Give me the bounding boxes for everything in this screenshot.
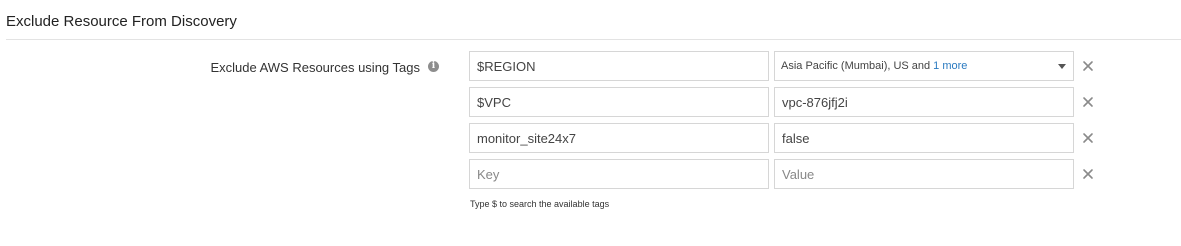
close-icon: [1083, 133, 1093, 143]
remove-tag-button[interactable]: [1081, 95, 1095, 109]
remove-tag-button[interactable]: [1081, 167, 1095, 181]
tag-key-input[interactable]: [469, 123, 769, 153]
more-regions-link[interactable]: 1 more: [933, 60, 967, 72]
exclude-resource-section: Exclude Resource From Discovery Exclude …: [0, 0, 1181, 246]
close-icon: [1083, 61, 1093, 71]
close-icon: [1083, 97, 1093, 107]
tag-value-input[interactable]: [774, 123, 1074, 153]
remove-tag-button[interactable]: [1081, 131, 1095, 145]
info-icon[interactable]: i: [428, 61, 439, 72]
tag-value-input[interactable]: [774, 159, 1074, 189]
close-icon: [1083, 169, 1093, 179]
region-select-value: Asia Pacific (Mumbai), US and: [781, 60, 931, 72]
remove-tag-button[interactable]: [1081, 59, 1095, 73]
tag-key-input[interactable]: [469, 51, 769, 81]
exclude-tags-label: Exclude AWS Resources using Tags: [210, 60, 420, 75]
region-select[interactable]: Asia Pacific (Mumbai), US and 1 more: [774, 51, 1074, 81]
tag-value-input[interactable]: [774, 87, 1074, 117]
chevron-down-icon[interactable]: [1058, 64, 1066, 69]
section-divider: [6, 39, 1181, 40]
section-title: Exclude Resource From Discovery: [6, 13, 237, 30]
tag-key-input[interactable]: [469, 159, 769, 189]
tag-key-input[interactable]: [469, 87, 769, 117]
tag-search-hint: Type $ to search the available tags: [470, 199, 610, 209]
